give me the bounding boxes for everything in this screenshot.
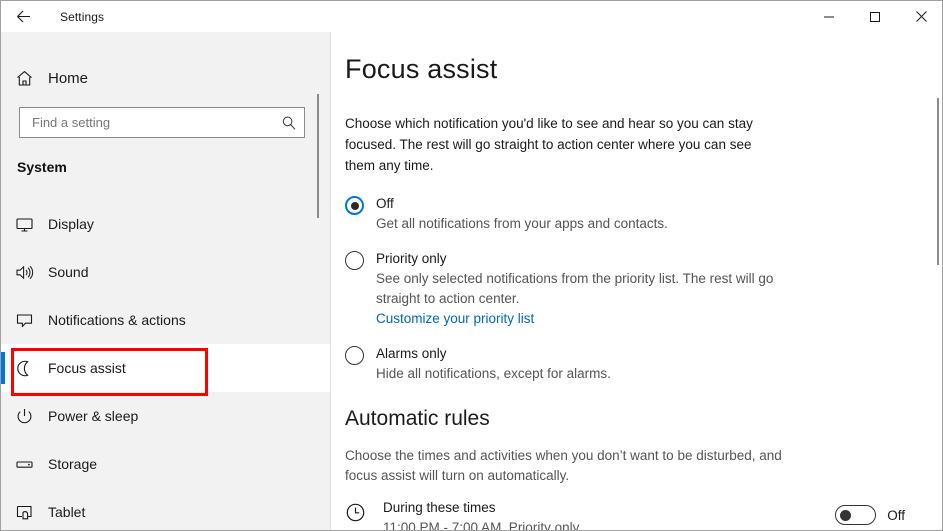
search-input[interactable]: [20, 115, 274, 130]
home-icon: [1, 69, 48, 88]
speech-bubble-icon: [1, 311, 48, 330]
sidebar-item-label-home: Home: [48, 69, 89, 87]
sidebar-item-label: Power & sleep: [48, 408, 139, 424]
radio-indicator-alarms-only[interactable]: [345, 346, 364, 365]
radio-indicator-off[interactable]: [345, 196, 364, 215]
main-content: Focus assist Choose which notification y…: [332, 32, 942, 531]
rule-texts: During these times 11:00 PM - 7:00 AM, P…: [383, 499, 825, 531]
sidebar-item-sound[interactable]: Sound: [1, 248, 330, 296]
sidebar-item-storage[interactable]: Storage: [1, 440, 330, 488]
sidebar-item-home[interactable]: Home: [1, 61, 330, 95]
radio-label-priority-only: Priority only: [376, 251, 447, 266]
rule-name: During these times: [383, 500, 496, 515]
tablet-icon: [1, 503, 48, 522]
page-description: Choose which notification you'd like to …: [345, 116, 753, 173]
content-scrollbar[interactable]: [937, 98, 939, 265]
rule-toggle-switch[interactable]: [835, 505, 877, 525]
close-button[interactable]: [898, 1, 942, 32]
sidebar-item-power-sleep[interactable]: Power & sleep: [1, 392, 330, 440]
sidebar-item-label: Focus assist: [48, 360, 126, 376]
sidebar-item-label: Sound: [48, 264, 89, 280]
sidebar-item-notifications[interactable]: Notifications & actions: [1, 296, 330, 344]
rule-toggle-wrap: Off: [835, 499, 905, 525]
page-title: Focus assist: [345, 54, 498, 84]
drive-icon: [1, 455, 48, 474]
clock-icon: [345, 499, 383, 528]
sidebar-item-tablet[interactable]: Tablet: [1, 488, 330, 530]
radio-option-alarms-only[interactable]: Alarms only Hide all notifications, exce…: [345, 344, 815, 384]
caption-button-group: [806, 1, 942, 32]
radio-label-alarms-only: Alarms only: [376, 346, 447, 361]
automatic-rules-title: Automatic rules: [345, 407, 490, 430]
speaker-icon: [1, 263, 48, 282]
customize-priority-list-link[interactable]: Customize your priority list: [376, 311, 534, 326]
rule-row-during-these-times[interactable]: During these times 11:00 PM - 7:00 AM, P…: [345, 499, 905, 531]
settings-window: Settings Home Find a setting System Disp…: [0, 0, 943, 531]
sidebar-section-label: System: [17, 159, 67, 175]
radio-label-off: Off: [376, 196, 394, 211]
focus-level-radio-group: Off Get all notifications from your apps…: [345, 194, 815, 388]
sidebar-nav-list: Display Sound Notifications & actions Fo…: [1, 200, 330, 530]
close-icon: [915, 10, 928, 23]
maximize-button[interactable]: [852, 1, 898, 32]
monitor-icon: [1, 215, 48, 234]
sidebar-scrollbar[interactable]: [317, 94, 319, 218]
sidebar: Home System Display: [1, 32, 331, 530]
power-icon: [1, 407, 48, 426]
minimize-icon: [823, 11, 835, 23]
sidebar-item-label: Storage: [48, 456, 98, 472]
search-box[interactable]: [19, 107, 305, 138]
maximize-icon: [869, 11, 881, 23]
radio-option-priority-only[interactable]: Priority only See only selected notifica…: [345, 249, 815, 328]
toggle-knob: [840, 509, 852, 521]
radio-description-off: Get all notifications from your apps and…: [376, 216, 668, 231]
moon-icon: [1, 359, 48, 378]
back-button[interactable]: [1, 1, 45, 32]
radio-description-priority-only: See only selected notifications from the…: [376, 271, 774, 306]
sidebar-item-label: Tablet: [48, 504, 86, 520]
automatic-rules-description: Choose the times and activities when you…: [345, 448, 782, 483]
minimize-button[interactable]: [806, 1, 852, 32]
back-arrow-icon: [15, 8, 32, 25]
sidebar-item-label: Notifications & actions: [48, 312, 186, 328]
radio-option-off[interactable]: Off Get all notifications from your apps…: [345, 194, 815, 234]
rule-subtitle: 11:00 PM - 7:00 AM, Priority only: [383, 520, 580, 531]
search-icon[interactable]: [274, 115, 304, 131]
sidebar-item-label: Display: [48, 216, 94, 232]
toggle-state-label: Off: [887, 507, 905, 523]
title-bar: Settings: [1, 1, 942, 32]
app-title: Settings: [60, 9, 105, 24]
sidebar-item-display[interactable]: Display: [1, 200, 330, 248]
sidebar-item-focus-assist[interactable]: Focus assist: [1, 344, 330, 392]
radio-description-alarms-only: Hide all notifications, except for alarm…: [376, 366, 611, 381]
radio-indicator-priority-only[interactable]: [345, 251, 364, 270]
